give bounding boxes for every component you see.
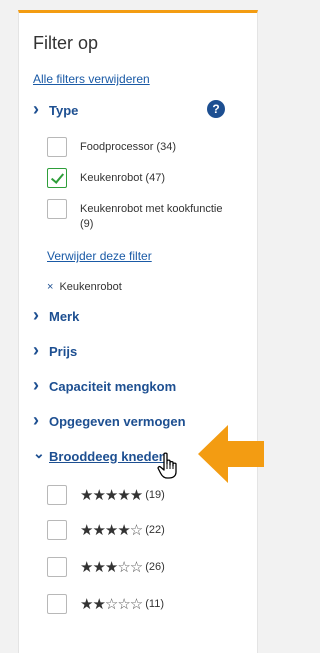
filter-panel: Filter op Alle filters verwijderen Type … [18, 10, 258, 653]
section-type[interactable]: Type ? [33, 100, 253, 120]
clear-all-filters-link[interactable]: Alle filters verwijderen [33, 72, 150, 86]
option-label: Keukenrobot met kookfunctie (9) [80, 203, 223, 230]
section-vermogen-label: Opgegeven vermogen [49, 413, 186, 429]
type-option-keukenrobot-kookfunctie[interactable]: Keukenrobot met kookfunctie (9) [47, 199, 230, 232]
rating-count: (11) [145, 598, 164, 610]
star-icon: ★★★★ ☆ (22) [80, 522, 165, 539]
chevron-down-icon [33, 448, 47, 464]
type-option-foodprocessor[interactable]: Foodprocessor (34) [47, 137, 230, 157]
type-option-keukenrobot[interactable]: Keukenrobot (47) [47, 168, 230, 188]
checkbox[interactable] [47, 485, 67, 505]
hand-cursor-icon [157, 452, 177, 479]
filter-title: Filter op [33, 33, 99, 53]
chevron-right-icon [33, 413, 47, 429]
checkmark-icon[interactable] [47, 168, 67, 188]
section-merk[interactable]: Merk [33, 306, 253, 326]
star-icon: ★★ ☆☆☆ (11) [80, 596, 164, 613]
checkbox[interactable] [47, 520, 67, 540]
option-label: Foodprocessor (34) [80, 141, 176, 153]
rating-count: (19) [145, 489, 165, 501]
star-icon: ★★★★★ (19) [80, 487, 165, 504]
orange-arrow-icon [198, 425, 264, 483]
rating-option-4[interactable]: ★★★★ ☆ (22) [47, 520, 165, 540]
rating-option-2[interactable]: ★★ ☆☆☆ (11) [47, 594, 164, 614]
help-icon[interactable]: ? [207, 100, 225, 118]
chevron-right-icon [33, 308, 47, 324]
active-filter-label: Keukenrobot [59, 281, 122, 293]
section-merk-label: Merk [49, 308, 80, 324]
chevron-right-icon [33, 102, 47, 118]
checkbox[interactable] [47, 594, 67, 614]
checkbox[interactable] [47, 199, 67, 219]
chevron-right-icon [33, 343, 47, 359]
star-icon: ★★★ ☆☆ (26) [80, 559, 165, 576]
checkbox[interactable] [47, 557, 67, 577]
chevron-right-icon [33, 378, 47, 394]
section-brooddeeg-label: Brooddeeg kneden [49, 448, 167, 464]
rating-count: (22) [145, 524, 165, 536]
section-capaciteit[interactable]: Capaciteit mengkom [33, 376, 253, 396]
checkbox[interactable] [47, 137, 67, 157]
option-label: Keukenrobot (47) [80, 172, 165, 184]
active-filter-tag: × Keukenrobot [47, 281, 122, 293]
remove-this-filter-link[interactable]: Verwijder deze filter [47, 249, 152, 263]
section-type-label: Type [49, 102, 79, 118]
remove-active-filter-icon[interactable]: × [47, 281, 53, 293]
rating-option-5[interactable]: ★★★★★ (19) [47, 485, 165, 505]
rating-option-3[interactable]: ★★★ ☆☆ (26) [47, 557, 165, 577]
section-prijs[interactable]: Prijs [33, 341, 253, 361]
section-capaciteit-label: Capaciteit mengkom [49, 378, 177, 394]
rating-count: (26) [145, 561, 165, 573]
section-prijs-label: Prijs [49, 343, 78, 359]
